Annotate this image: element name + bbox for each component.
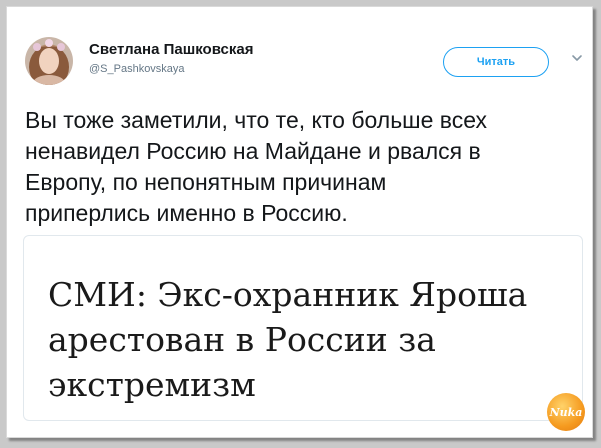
tweet-text-line: Вы тоже заметили, что те, кто больше все… <box>25 107 488 133</box>
follow-button-label: Читать <box>476 56 516 68</box>
avatar-image <box>25 37 73 85</box>
watermark-text: Nuka <box>549 405 583 419</box>
tweet-text-line: приперлись именно в Россию. <box>25 200 348 226</box>
follow-button[interactable]: Читать <box>443 47 549 77</box>
link-card[interactable]: СМИ: Экс-охранник Яроша арестован в Росс… <box>23 235 583 421</box>
author-name[interactable]: Светлана Пашковская <box>89 41 253 58</box>
tweet-container: Светлана Пашковская @S_Pashkovskaya Чита… <box>6 6 593 438</box>
chevron-down-icon[interactable] <box>570 51 584 65</box>
card-title-line: СМИ: Экс-охранник Яроша <box>48 275 528 314</box>
tweet-text: Вы тоже заметили, что те, кто больше все… <box>25 105 585 229</box>
card-title: СМИ: Экс-охранник Яроша арестован в Росс… <box>48 272 568 407</box>
tweet-text-line: ненавидел Россию на Майдане и рвался в <box>25 138 481 164</box>
avatar[interactable] <box>25 37 73 85</box>
author-handle[interactable]: @S_Pashkovskaya <box>89 63 185 75</box>
watermark-logo: Nuka <box>547 393 585 431</box>
tweet-text-line: Европу, по непонятным причинам <box>25 169 387 195</box>
card-title-line: экстремизм <box>48 365 256 404</box>
card-title-line: арестован в России за <box>48 320 436 359</box>
